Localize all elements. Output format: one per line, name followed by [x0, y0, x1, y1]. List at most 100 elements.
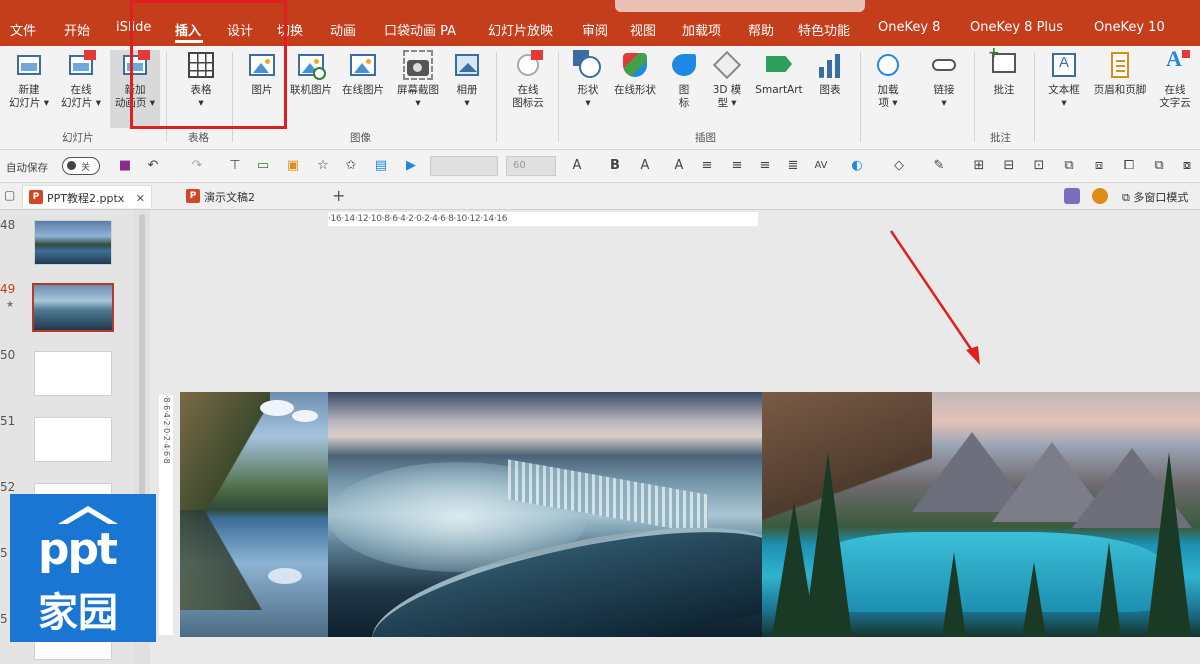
tab-presentation2[interactable]: P 演示文稿2	[180, 185, 261, 208]
icons-button[interactable]: 图 标	[664, 50, 704, 128]
file-icon[interactable]: ▢	[4, 188, 15, 202]
tab-ppt-tutorial[interactable]: P PPT教程2.pptx ✕	[22, 185, 152, 208]
table-button[interactable]: 表格 ▾	[178, 50, 224, 128]
album-button[interactable]: 相册 ▾	[446, 50, 488, 128]
group-icon[interactable]: ⊡	[1030, 157, 1048, 175]
link-button[interactable]: 链接 ▾	[922, 50, 966, 128]
header-footer-icon	[1105, 50, 1135, 80]
menu-insert[interactable]: 插入	[175, 20, 201, 39]
shape-fill-icon[interactable]: ◐	[848, 157, 866, 175]
search-box[interactable]	[615, 0, 865, 12]
menu-transitions[interactable]: 切换	[277, 20, 303, 39]
font-color-icon[interactable]: A	[568, 157, 586, 175]
pine-tree-shape	[1022, 562, 1046, 637]
shapes-button[interactable]: 形状 ▾	[566, 50, 610, 128]
menu-islide[interactable]: iSlide	[116, 20, 151, 35]
menu-onekey8plus[interactable]: OneKey 8 Plus	[970, 20, 1063, 35]
slideshow-icon[interactable]: ▭	[254, 157, 272, 175]
menu-file[interactable]: 文件	[10, 20, 36, 39]
redo-icon[interactable]: ↷	[188, 157, 206, 175]
settings-icon[interactable]	[1092, 188, 1108, 204]
menu-pocket-animation[interactable]: 口袋动画 PA	[384, 20, 456, 39]
menu-design[interactable]: 设计	[227, 20, 253, 39]
save-icon[interactable]: ■	[116, 157, 134, 175]
comment-button[interactable]: 批注	[982, 47, 1026, 128]
align-right-icon[interactable]: ≡	[756, 157, 774, 175]
slide-thumbnail-48[interactable]	[34, 220, 112, 265]
pin-icon[interactable]	[1064, 188, 1080, 204]
picture-tool-icon[interactable]: ▣	[284, 157, 302, 175]
textbox-button[interactable]: 文本框 ▾	[1040, 50, 1088, 128]
menu-onekey10[interactable]: OneKey 10	[1094, 20, 1165, 35]
justify-icon[interactable]: ≣	[784, 157, 802, 175]
menu-bar: 文件 开始 iSlide 插入 设计 切换 动画 口袋动画 PA 幻灯片放映 审…	[0, 0, 1200, 46]
close-icon[interactable]: ✕	[136, 192, 145, 205]
waterfall-image[interactable]	[328, 392, 762, 637]
arrange-icon[interactable]: ⧠	[1120, 157, 1138, 175]
menu-slideshow[interactable]: 幻灯片放映	[488, 20, 553, 39]
bold-icon[interactable]: B	[606, 157, 624, 175]
menu-features[interactable]: 特色功能	[798, 20, 850, 39]
group-label-images: 图像	[350, 132, 371, 144]
lake-reflection-image[interactable]	[180, 392, 328, 637]
multi-window-button[interactable]: ⧉ 多窗口模式	[1122, 189, 1188, 205]
new-slide-button[interactable]: 新建 幻灯片 ▾	[4, 50, 54, 128]
menu-help[interactable]: 帮助	[748, 20, 774, 39]
logo-text-ppt: ppt	[38, 524, 118, 575]
cliff-reflection-shape	[180, 510, 270, 610]
menu-onekey8[interactable]: OneKey 8	[878, 20, 940, 35]
font-name-select[interactable]	[430, 156, 498, 176]
textbox-tool-icon[interactable]: ▤	[372, 157, 390, 175]
mountain-lake-image[interactable]	[762, 392, 1200, 637]
star-edit-icon[interactable]: ✩	[342, 157, 360, 175]
slide-thumbnail-49[interactable]	[32, 283, 114, 332]
font-grow-icon[interactable]: A	[636, 157, 654, 175]
word-cloud-button[interactable]: A 在线 文字云	[1152, 48, 1198, 128]
web-picture-button[interactable]: 在线图片	[338, 50, 388, 128]
menu-addins[interactable]: 加载项	[682, 20, 721, 39]
autosave-label: 自动保存	[6, 162, 48, 174]
copy-format-icon[interactable]: ⧉	[1150, 157, 1168, 175]
pen-icon[interactable]: ✎	[930, 157, 948, 175]
picture-button[interactable]: 图片	[240, 50, 284, 128]
align-objects-icon[interactable]: ⊞	[970, 157, 988, 175]
align-center-icon[interactable]: ≡	[728, 157, 746, 175]
font-shrink-icon[interactable]: A	[670, 157, 688, 175]
smartart-button[interactable]: SmartArt	[750, 50, 808, 128]
menu-home[interactable]: 开始	[64, 20, 90, 39]
present-icon[interactable]: ⊤	[226, 157, 244, 175]
online-shapes-button[interactable]: 在线形状	[610, 50, 660, 128]
screenshot-button[interactable]: 屏幕截图 ▾	[392, 50, 444, 128]
undo-icon[interactable]: ↶	[144, 157, 162, 175]
slide-thumbnail-51[interactable]	[34, 417, 112, 462]
font-size-select[interactable]: 60	[506, 156, 556, 176]
powerpoint-icon: P	[29, 190, 43, 204]
chart-button[interactable]: 图表	[810, 50, 850, 128]
slide-thumbnail-50[interactable]	[34, 351, 112, 396]
icon-cloud-button[interactable]: 在线 图标云	[504, 50, 552, 128]
online-picture-button[interactable]: 联机图片	[286, 50, 336, 128]
3d-model-button[interactable]: 3D 模 型 ▾	[706, 50, 748, 128]
paint-bucket-icon[interactable]: ◇	[890, 157, 908, 175]
add-tab-icon[interactable]: +	[332, 186, 345, 205]
new-animation-page-icon	[120, 50, 150, 80]
play-tool-icon[interactable]: ▶	[402, 157, 420, 175]
align-left-icon[interactable]: ≡	[698, 157, 716, 175]
menu-view[interactable]: 视图	[630, 20, 656, 39]
autosave-toggle[interactable]: 关	[62, 157, 100, 175]
bring-forward-icon[interactable]: ⧉	[1060, 157, 1078, 175]
char-spacing-icon[interactable]: AV	[812, 157, 830, 175]
menu-animations[interactable]: 动画	[330, 20, 356, 39]
addins-button[interactable]: 加载 项 ▾	[866, 50, 910, 128]
header-footer-button[interactable]: 页眉和页脚	[1088, 50, 1152, 128]
slide-canvas[interactable]	[180, 392, 1200, 637]
star-tool-icon[interactable]: ☆	[314, 157, 332, 175]
more-tools-icon[interactable]: ⧇	[1178, 157, 1196, 175]
menu-review[interactable]: 审阅	[582, 20, 608, 39]
new-animation-page-button[interactable]: 新加 动画页 ▾	[110, 50, 160, 128]
distribute-icon[interactable]: ⊟	[1000, 157, 1018, 175]
cliff-shape	[180, 392, 270, 510]
tab-label: PPT教程2.pptx	[47, 192, 125, 205]
send-backward-icon[interactable]: ⧈	[1090, 157, 1108, 175]
online-slide-button[interactable]: 在线 幻灯片 ▾	[56, 50, 106, 128]
